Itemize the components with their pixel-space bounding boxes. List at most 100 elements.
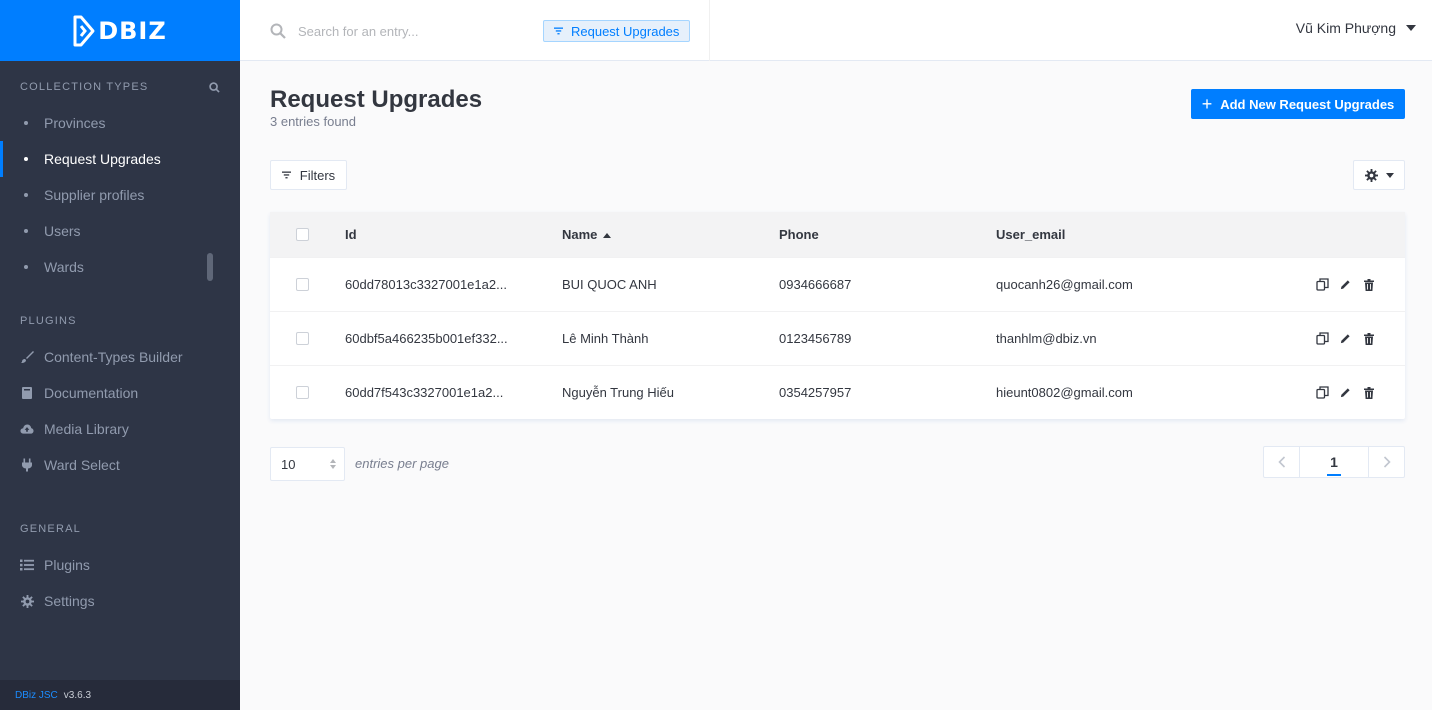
bullet-icon [24,121,28,125]
select-all-checkbox[interactable] [296,228,309,241]
user-menu[interactable]: Vũ Kim Phượng [1296,20,1416,36]
search-icon[interactable] [209,81,220,93]
entries-per-page-select[interactable]: 10 [270,447,345,481]
next-page-button[interactable] [1368,447,1404,477]
plug-icon [20,458,34,472]
cell-phone: 0354257957 [779,385,852,400]
add-new-entry-label: Add New Request Upgrades [1220,96,1395,112]
general-list: Plugins Settings [0,547,240,619]
table-row[interactable]: 60dd78013c3327001e1a2... BUI QUOC ANH 09… [270,257,1405,311]
app-version: v3.6.3 [63,689,92,701]
sidebar-item-users[interactable]: Users [0,213,240,249]
list-settings-button[interactable] [1353,160,1405,190]
edit-pencil-icon[interactable] [1339,278,1352,291]
sidebar-item-wards[interactable]: Wards [0,249,240,285]
user-name: Vũ Kim Phượng [1295,20,1396,36]
row-select-cell [270,386,345,399]
sidebar-item-label: Documentation [44,385,139,401]
pagination: 1 [1263,446,1405,478]
gear-icon [20,594,34,608]
entries-per-page-label: entries per page [355,456,449,471]
filters-label: Filters [299,167,336,183]
plugins-header: PLUGINS [0,313,240,329]
sort-ascending-icon [603,232,612,238]
column-header-user-email[interactable]: User_email [996,227,1296,242]
filters-button[interactable]: Filters [270,160,347,190]
duplicate-icon[interactable] [1316,332,1329,345]
cell-name: Lê Minh Thành [562,331,649,346]
company-name[interactable]: DBiz JSC [15,690,58,701]
search-filter-chip[interactable]: Request Upgrades [543,20,691,42]
sidebar-item-ward-select[interactable]: Ward Select [0,447,240,483]
gear-icon [1364,168,1378,182]
cell-id: 60dbf5a466235b001ef332... [345,331,508,346]
sidebar-item-content-types-builder[interactable]: Content-Types Builder [0,339,240,375]
chevron-right-icon [1383,456,1391,468]
filter-icon [281,171,291,179]
logo[interactable]: DBIZ [0,0,240,61]
chevron-down-icon [1385,172,1394,178]
chevron-down-icon [1406,25,1416,31]
cloud-upload-icon [20,422,34,436]
row-actions [1296,278,1405,291]
sidebar-item-supplier-profiles[interactable]: Supplier profiles [0,177,240,213]
column-header-name-label: Name [562,227,598,242]
table-row[interactable]: 60dd7f543c3327001e1a2... Nguyễn Trung Hi… [270,365,1405,419]
row-actions [1296,386,1405,399]
sidebar-item-label: Settings [44,593,95,609]
trash-icon[interactable] [1362,386,1375,399]
column-header-phone[interactable]: Phone [779,227,996,242]
row-checkbox[interactable] [296,278,309,291]
collection-types-header: COLLECTION TYPES [0,79,240,95]
table-row[interactable]: 60dbf5a466235b001ef332... Lê Minh Thành … [270,311,1405,365]
column-header-name[interactable]: Name [562,227,779,242]
entries-table: Id Name Phone User_email 60dd78013c33270… [270,212,1405,419]
row-checkbox[interactable] [296,386,309,399]
cell-phone: 0123456789 [779,331,852,346]
sidebar-item-media-library[interactable]: Media Library [0,411,240,447]
cell-id: 60dd7f543c3327001e1a2... [345,385,504,400]
sidebar-footer: DBiz JSC v3.6.3 [0,680,240,710]
cell-email: hieunt0802@gmail.com [996,385,1133,400]
cell-email: thanhlm@dbiz.vn [996,331,1097,346]
top-header: Request Upgrades Vũ Kim Phượng [240,0,1432,61]
sidebar-item-request-upgrades[interactable]: Request Upgrades [0,141,240,177]
cell-email: quocanh26@gmail.com [996,277,1133,292]
sidebar-item-label: Ward Select [44,457,120,473]
duplicate-icon[interactable] [1316,278,1329,291]
edit-pencil-icon[interactable] [1339,332,1352,345]
collection-types-list: Provinces Request Upgrades Supplier prof… [0,105,240,285]
sidebar-item-provinces[interactable]: Provinces [0,105,240,141]
sidebar-scrollbar[interactable] [207,253,213,281]
bullet-icon [24,265,28,269]
edit-pencil-icon[interactable] [1339,386,1352,399]
sidebar-item-label: Request Upgrades [44,151,161,167]
book-icon [20,386,34,400]
cell-name: Nguyễn Trung Hiếu [562,385,675,400]
sidebar-item-settings[interactable]: Settings [0,583,240,619]
previous-page-button[interactable] [1264,447,1300,477]
add-new-entry-button[interactable]: + Add New Request Upgrades [1191,89,1405,119]
dbiz-logo-icon [73,15,95,46]
row-select-cell [270,332,345,345]
cell-name: BUI QUOC ANH [562,277,657,292]
page-number-current[interactable]: 1 [1300,447,1368,477]
sidebar: DBIZ COLLECTION TYPES Provinces Request … [0,0,240,710]
chevron-left-icon [1277,456,1285,468]
search-icon [270,23,286,39]
sidebar-item-documentation[interactable]: Documentation [0,375,240,411]
column-header-id[interactable]: Id [345,227,562,242]
search-input[interactable] [298,19,528,43]
plus-icon: + [1201,94,1213,114]
bullet-icon [24,229,28,233]
general-header: GENERAL [0,521,240,537]
trash-icon[interactable] [1362,278,1375,291]
sidebar-item-plugins[interactable]: Plugins [0,547,240,583]
select-all-cell [270,228,345,241]
duplicate-icon[interactable] [1316,386,1329,399]
sidebar-item-label: Supplier profiles [44,187,145,203]
search-chip-label: Request Upgrades [571,23,680,39]
trash-icon[interactable] [1362,332,1375,345]
row-checkbox[interactable] [296,332,309,345]
sidebar-item-label: Wards [44,259,84,275]
